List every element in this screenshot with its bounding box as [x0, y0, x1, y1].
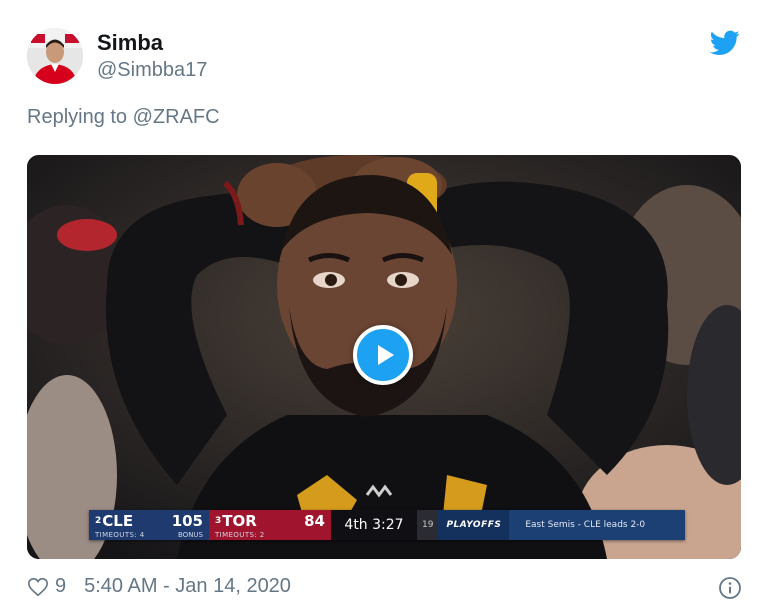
away-timeouts: TIMEOUTS: 4 [95, 531, 145, 539]
reply-mention-link[interactable]: @ZRAFC [133, 106, 220, 128]
author-handle[interactable]: @Simbba17 [97, 59, 207, 82]
away-bonus: BONUS [178, 531, 203, 539]
away-abbr: CLE [102, 512, 134, 530]
twitter-bird-icon[interactable] [710, 30, 740, 56]
play-icon [378, 345, 394, 365]
shot-clock: 19 [417, 510, 439, 540]
reply-context: Replying to @ZRAFC [27, 106, 220, 129]
info-icon[interactable] [718, 576, 742, 600]
home-abbr: TOR [222, 512, 257, 530]
scorebug: 2 CLE 105 TIMEOUTS: 4 BONUS 3 TOR 84 TIM… [89, 510, 686, 540]
scorebug-home-team: 3 TOR 84 TIMEOUTS: 2 [209, 510, 331, 540]
home-timeouts: TIMEOUTS: 2 [215, 531, 265, 539]
avatar[interactable] [27, 28, 83, 84]
playoffs-badge: PLAYOFFS [438, 510, 510, 540]
play-button[interactable] [353, 325, 413, 385]
like-count: 9 [55, 575, 67, 597]
series-status: East Semis - CLE leads 2-0 [509, 510, 686, 540]
like-button[interactable]: 9 [27, 575, 66, 598]
tweet-header: Simba @Simbba17 [27, 28, 207, 84]
home-score: 84 [304, 512, 325, 530]
game-clock: 4th 3:27 [331, 510, 417, 540]
tweet-footer: 9 5:40 AM - Jan 14, 2020 [27, 575, 291, 598]
scorebug-away-team: 2 CLE 105 TIMEOUTS: 4 BONUS [89, 510, 209, 540]
author-display-name[interactable]: Simba [97, 30, 207, 55]
away-seed: 2 [95, 516, 102, 526]
avatar-image [27, 28, 83, 84]
reply-prefix: Replying to [27, 106, 133, 128]
tweet-card: Simba @Simbba17 Replying to @ZRAFC 2 CLE… [0, 0, 764, 616]
away-score: 105 [171, 512, 203, 530]
video-player[interactable]: 2 CLE 105 TIMEOUTS: 4 BONUS 3 TOR 84 TIM… [27, 155, 741, 559]
heart-icon [28, 577, 48, 596]
home-seed: 3 [215, 516, 222, 526]
tweet-timestamp[interactable]: 5:40 AM - Jan 14, 2020 [84, 575, 291, 598]
author-names: Simba @Simbba17 [97, 30, 207, 82]
